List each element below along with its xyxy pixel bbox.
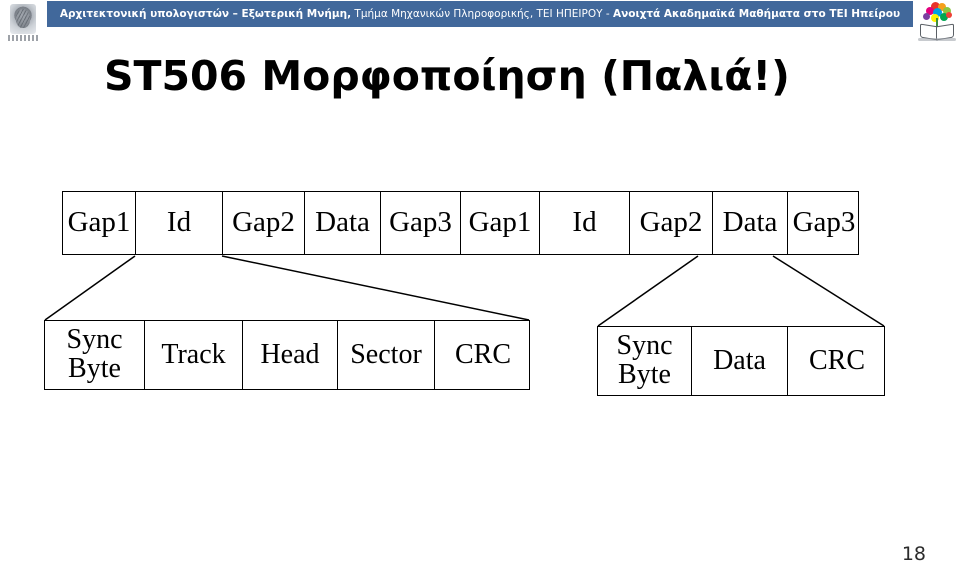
data-field-connector [772,255,885,327]
id-field-expansion-row-cell: CRC [454,338,512,370]
track-layout-row-cell: Gap3 [381,192,461,254]
track-layout-row-cell: Id [136,192,223,254]
id-field-expansion-row-cell: Sync Byte [45,321,145,389]
track-layout-row-cell: Id [540,192,630,254]
diagram-connector-lines [44,255,885,327]
track-layout-row-cell: Gap2 [223,192,305,254]
track-layout-row-cell: Data [713,192,788,254]
id-field-expansion-row: Sync Byte Track Head Sector CRC [44,320,530,390]
track-layout-row-cell: Gap3 [792,206,856,239]
id-field-expansion-row-cell: Track [145,321,243,389]
data-field-connector [597,255,699,327]
st506-format-diagram: Gap1 Id Gap2 Data Gap3 Gap1 Id Gap2 Data Gap3 Syn… [0,0,960,581]
track-layout-row: Gap1 Id Gap2 Data Gap3 Gap1 Id Gap2 Data Gap3 [62,191,859,255]
id-field-connector [44,255,136,321]
id-field-connector [221,255,530,321]
track-layout-row-cell: Gap2 [630,192,713,254]
data-field-expansion-row-cell: Sync Byte [598,327,692,395]
id-field-expansion-row-cell: Sector [338,321,435,389]
data-field-expansion-row: Sync Byte Data CRC [597,326,885,396]
track-layout-row-cell: Gap1 [461,192,540,254]
page-number: 18 [901,543,926,565]
id-field-expansion-row-cell: Head [243,321,338,389]
track-layout-row-cell: Data [305,192,381,254]
data-field-expansion-row-cell: CRC [808,344,866,376]
track-layout-row-cell: Gap1 [63,192,136,254]
data-field-expansion-row-cell: Data [692,327,788,395]
